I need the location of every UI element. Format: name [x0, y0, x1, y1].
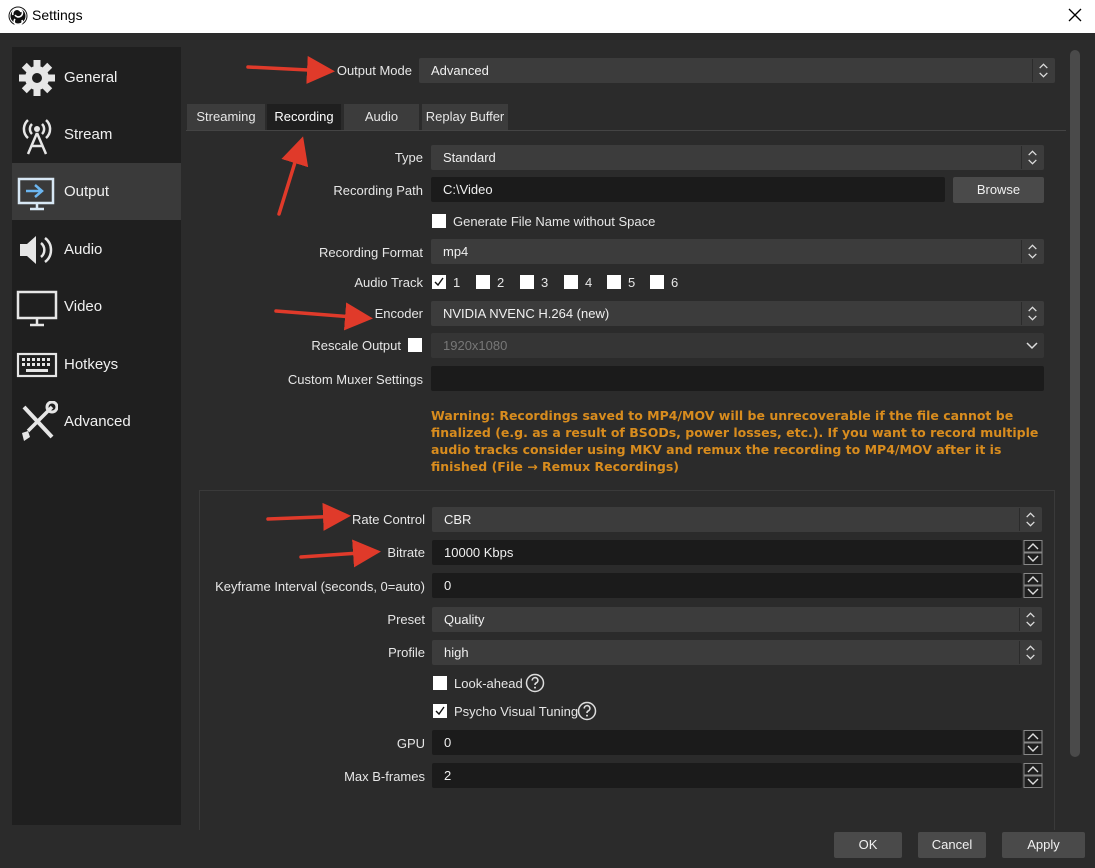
- arrow-to-bitrate: [299, 539, 381, 568]
- arrow-to-recording-tab: [277, 136, 309, 216]
- arrow-to-encoder: [274, 302, 373, 331]
- annotation-arrows: [246, 55, 381, 568]
- arrow-to-output-mode: [246, 55, 335, 84]
- arrow-to-rate-control: [266, 502, 351, 531]
